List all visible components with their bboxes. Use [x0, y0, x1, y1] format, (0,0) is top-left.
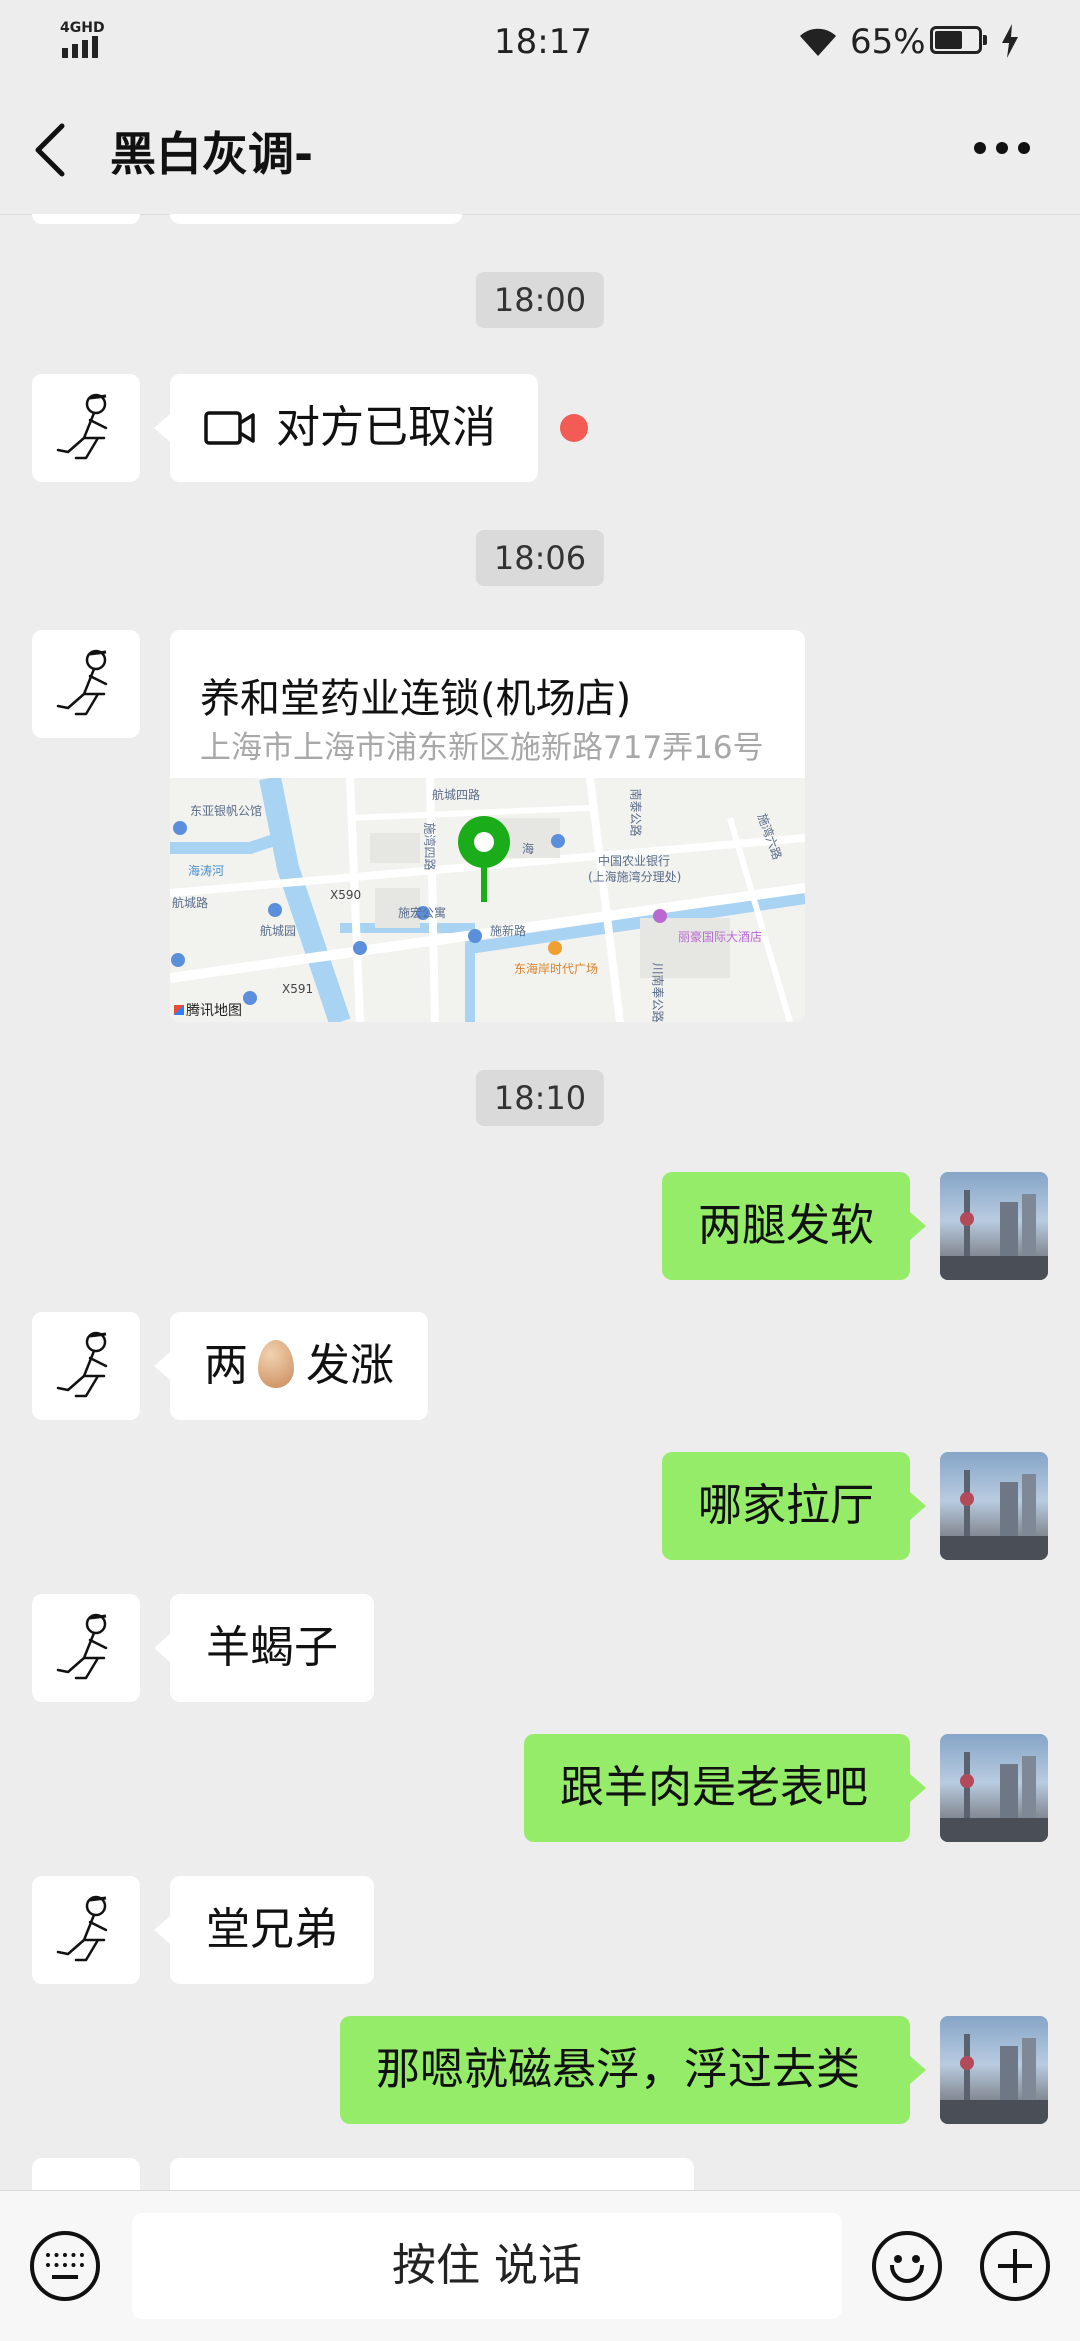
- hold-to-talk-button[interactable]: 按住 说话: [132, 2213, 842, 2319]
- clock: 18:17: [494, 22, 592, 62]
- map-label: 东海岸时代广场: [514, 962, 599, 976]
- tencent-maps-logo-icon: [174, 1005, 184, 1015]
- incoming-message[interactable]: 堂兄弟: [154, 1876, 374, 1984]
- sitting-figure-icon: [56, 649, 108, 716]
- network-type: 4GHD: [60, 20, 105, 36]
- user-avatar[interactable]: [940, 1452, 1048, 1560]
- incoming-message[interactable]: 羊蝎子: [154, 1594, 374, 1702]
- partial-bubble: [170, 2158, 694, 2190]
- map-label: 施湾四路: [422, 822, 437, 871]
- map-label: 海: [522, 842, 535, 856]
- location-pin-icon: [458, 816, 510, 902]
- map-label: X590: [330, 888, 362, 902]
- sitting-figure-icon: [56, 1895, 108, 1962]
- outgoing-message[interactable]: 跟羊肉是老表吧: [524, 1734, 926, 1842]
- status-bar: 4GHD 18:17 65%: [0, 0, 1080, 84]
- video-call-icon: [204, 411, 255, 445]
- contact-avatar[interactable]: [32, 630, 140, 738]
- keyboard-icon[interactable]: [30, 2231, 100, 2301]
- map-label: 川南奉公路: [650, 962, 665, 1022]
- map-label: 丽豪国际大酒店: [678, 930, 763, 944]
- signal-icon: 4GHD: [60, 20, 105, 60]
- unread-dot: [560, 414, 588, 442]
- plus-icon[interactable]: [980, 2231, 1050, 2301]
- timestamp: 18:06: [475, 530, 605, 586]
- map-label: 施宏公寓: [398, 906, 447, 920]
- chat-title[interactable]: 黑白灰调-: [110, 118, 313, 184]
- map-label: 航城路: [172, 896, 209, 910]
- contact-avatar[interactable]: [32, 1594, 140, 1702]
- contact-avatar[interactable]: [32, 1876, 140, 1984]
- emoji-icon[interactable]: [872, 2231, 942, 2301]
- map-label: 海涛河: [188, 864, 225, 878]
- message-text: 两: [204, 1340, 248, 1391]
- location-map[interactable]: 东亚银帆公馆 海涛河 航城路 航城园 X590 X591 航城四路 施湾四路 施…: [170, 778, 805, 1022]
- map-label: X591: [282, 982, 314, 996]
- contact-avatar[interactable]: [32, 1312, 140, 1420]
- user-avatar[interactable]: [940, 1172, 1048, 1280]
- outgoing-message[interactable]: 两腿发软: [662, 1172, 926, 1280]
- timestamp: 18:10: [475, 1070, 605, 1126]
- outgoing-message[interactable]: 哪家拉厅: [662, 1452, 926, 1560]
- partial-avatar: [32, 2158, 140, 2190]
- egg-emoji-icon: [258, 1340, 294, 1388]
- chat-header: 黑白灰调-: [0, 84, 1080, 215]
- battery-icon: [930, 26, 987, 54]
- map-label: 中国农业银行: [598, 854, 671, 868]
- sitting-figure-icon: [56, 1331, 108, 1398]
- user-avatar[interactable]: [940, 1734, 1048, 1842]
- charging-icon: [1002, 24, 1018, 58]
- map-label: 航城园: [260, 924, 297, 938]
- incoming-call-bubble[interactable]: 对方已取消: [154, 374, 538, 482]
- user-avatar[interactable]: [940, 2016, 1048, 2124]
- map-label: 航城四路: [432, 788, 481, 802]
- map-label: (上海施湾分理处): [588, 870, 682, 884]
- contact-avatar[interactable]: [32, 374, 140, 482]
- outgoing-message[interactable]: 那嗯就磁悬浮，浮过去类: [340, 2016, 926, 2124]
- partial-bubble: [170, 214, 462, 224]
- sitting-figure-icon: [56, 1613, 108, 1680]
- map-provider: 腾讯地图: [174, 1000, 242, 1020]
- location-card[interactable]: 养和堂药业连锁(机场店) 上海市上海市浦东新区施新路717弄16号 东亚银帆公馆…: [170, 630, 805, 1022]
- call-status-text: 对方已取消: [276, 402, 496, 453]
- map-label: 东亚银帆公馆: [190, 804, 263, 818]
- incoming-message[interactable]: 两 发涨: [154, 1312, 428, 1420]
- sitting-figure-icon: [56, 393, 108, 460]
- back-chevron-icon[interactable]: [30, 122, 74, 178]
- map-provider-label: 腾讯地图: [186, 1003, 242, 1019]
- map-label: 施新路: [490, 924, 527, 938]
- location-address: 上海市上海市浦东新区施新路717弄16号: [200, 730, 764, 766]
- wifi-icon: [800, 28, 836, 56]
- map-label: 南泰公路: [628, 788, 643, 837]
- location-name: 养和堂药业连锁(机场店): [200, 676, 632, 722]
- partial-avatar: [32, 214, 140, 224]
- battery-percent: 65%: [850, 22, 926, 62]
- more-dots-icon[interactable]: [974, 142, 1034, 156]
- input-bar: 按住 说话: [0, 2190, 1080, 2341]
- message-text: 发涨: [306, 1340, 394, 1391]
- timestamp: 18:00: [475, 272, 605, 328]
